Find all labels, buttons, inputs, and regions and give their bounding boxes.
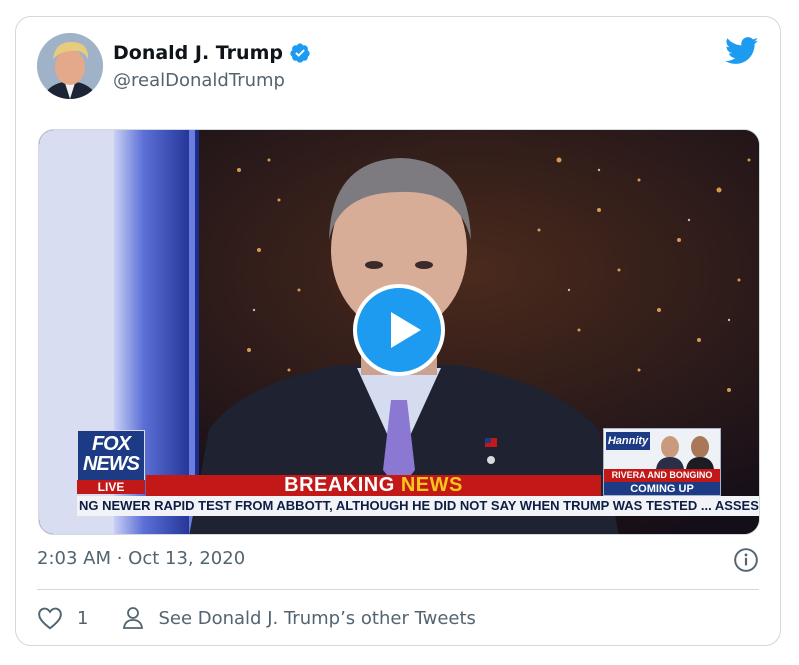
tweet-card: Donald J. Trump @realDonaldTrump FOX NEW… [15, 16, 781, 646]
divider [37, 589, 759, 590]
promo-guest-photos [656, 436, 714, 469]
banner-breaking-text: BREAKING [284, 474, 395, 496]
avatar[interactable] [37, 33, 103, 99]
promo-guests: RIVERA AND BONGINO [604, 469, 720, 482]
video-player[interactable]: FOX NEWS LIVE BREAKING NEWS Hannity RIVE… [38, 129, 760, 535]
author-handle[interactable]: @realDonaldTrump [113, 69, 285, 93]
news-ticker: NG NEWER RAPID TEST FROM ABBOTT, ALTHOUG… [77, 496, 759, 516]
heart-icon [38, 607, 62, 630]
live-badge: LIVE [77, 480, 145, 494]
tweet-timestamp[interactable]: 2:03 AM · Oct 13, 2020 [37, 547, 245, 571]
author-name[interactable]: Donald J. Trump [113, 41, 311, 65]
banner-news-text: NEWS [400, 474, 463, 496]
verified-badge-icon [290, 43, 310, 63]
promo-show-logo: Hannity [606, 432, 650, 450]
play-button[interactable] [353, 284, 445, 376]
like-button[interactable]: 1 [37, 606, 88, 630]
author-name-text[interactable]: Donald J. Trump [113, 41, 283, 65]
see-other-tweets-label: See Donald J. Trump’s other Tweets [158, 607, 476, 629]
promo-status: COMING UP [604, 482, 720, 495]
tweet-actions: 1 See Donald J. Trump’s other Tweets [37, 605, 476, 631]
twitter-bird-icon[interactable] [725, 37, 759, 65]
see-other-tweets-link[interactable]: See Donald J. Trump’s other Tweets [122, 606, 476, 630]
network-logo-line2: NEWS [83, 453, 140, 475]
network-logo-line1: FOX [91, 433, 131, 455]
breaking-news-banner: BREAKING NEWS [146, 475, 601, 496]
like-count: 1 [77, 607, 89, 629]
info-icon[interactable] [733, 547, 759, 573]
person-icon [123, 607, 144, 629]
show-promo: Hannity RIVERA AND BONGINO COMING UP [603, 428, 721, 496]
